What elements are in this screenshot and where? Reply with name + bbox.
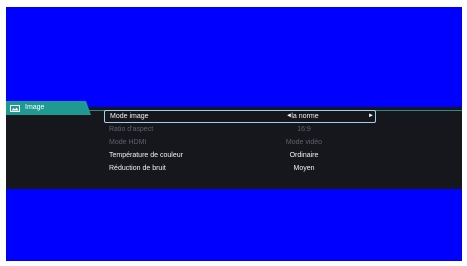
menu-item-value: 16:9 [297,126,311,133]
tab-image[interactable]: Image [6,101,91,115]
menu-item-value: Moyen [293,165,315,172]
tab-image-label: Image [25,104,45,111]
menu-item-label: Mode image [110,113,149,120]
menu-item-picture-mode[interactable]: Mode image ◄ la norme ► [104,110,376,123]
menu-item-label: Température de couleur [109,152,183,159]
menu-item-hdmi-mode: Mode HDMI Mode vidéo [104,136,376,149]
menu-item-color-temperature[interactable]: Température de couleur Ordinaire [104,149,376,162]
menu-item-noise-reduction[interactable]: Réduction de bruit Moyen [104,162,376,175]
menu-item-value: la norme [291,113,319,120]
menu-item-value: Ordinaire [289,152,319,159]
menu-item-label: Ratio d'aspect [109,126,154,133]
menu-item-label: Mode HDMI [109,139,147,146]
picture-settings-menu: Mode image ◄ la norme ► Ratio d'aspect 1… [104,110,376,175]
menu-item-label: Réduction de bruit [109,165,166,172]
menu-item-value: Mode vidéo [285,139,323,146]
tv-screen: Image Mode image ◄ la norme ► Ratio d'as… [6,7,462,261]
menu-item-aspect-ratio: Ratio d'aspect 16:9 [104,123,376,136]
picture-icon [10,104,20,112]
arrow-right-icon[interactable]: ► [368,111,374,122]
